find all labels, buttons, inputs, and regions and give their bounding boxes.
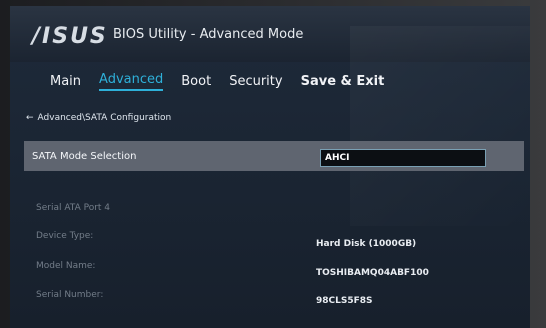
screen-reflection xyxy=(350,26,530,226)
sata-mode-select[interactable]: AHCI xyxy=(320,149,486,167)
window-title: BIOS Utility - Advanced Mode xyxy=(113,27,304,42)
tab-security[interactable]: Security xyxy=(229,74,282,89)
serial-number-value: 98CLS5F8S xyxy=(316,296,373,306)
asus-logo: /ISUS xyxy=(32,24,108,49)
serial-number-label: Serial Number: xyxy=(36,290,104,300)
tab-advanced[interactable]: Advanced xyxy=(99,72,164,91)
model-name-value: TOSHIBAMQ04ABF100 xyxy=(316,268,429,278)
port-title: Serial ATA Port 4 xyxy=(36,203,111,213)
model-name-label: Model Name: xyxy=(36,261,96,271)
menu-tabs: Main Advanced Boot Security Save & Exit xyxy=(50,72,384,91)
device-type-value: Hard Disk (1000GB) xyxy=(316,239,417,249)
tab-main[interactable]: Main xyxy=(50,74,81,89)
breadcrumb-path: Advanced\SATA Configuration xyxy=(37,113,172,123)
sata-mode-label: SATA Mode Selection xyxy=(32,151,137,162)
device-type-label: Device Type: xyxy=(36,231,94,241)
back-arrow-icon[interactable]: ← xyxy=(26,113,34,123)
tab-boot[interactable]: Boot xyxy=(181,74,211,89)
breadcrumb[interactable]: ← Advanced\SATA Configuration xyxy=(26,113,171,123)
bios-screen: /ISUS BIOS Utility - Advanced Mode Main … xyxy=(10,6,530,328)
tab-save-exit[interactable]: Save & Exit xyxy=(301,74,385,89)
